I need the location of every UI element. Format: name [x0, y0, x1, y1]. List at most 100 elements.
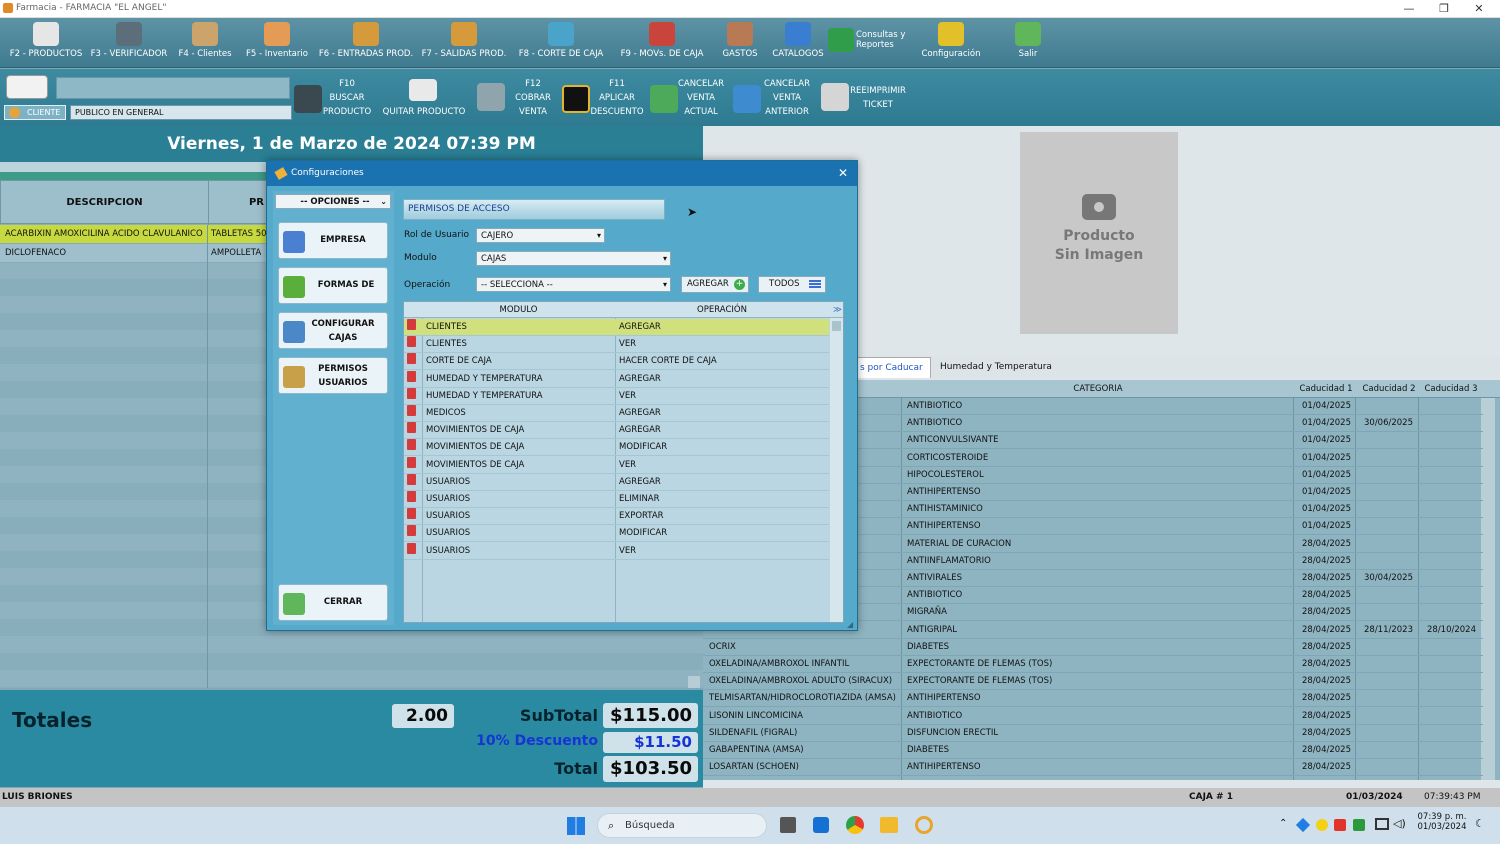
- menu-cash-moves[interactable]: F9 - MOVs. DE CAJA: [612, 20, 712, 66]
- col-presentacion[interactable]: PR: [209, 181, 267, 225]
- tray-chevron-icon[interactable]: ⌃: [1279, 818, 1287, 829]
- menu-scanner[interactable]: F3 - VERIFICADOR: [86, 20, 172, 66]
- tray-app-icon[interactable]: [1295, 817, 1311, 833]
- permission-row[interactable]: USUARIOS AGREGAR: [404, 473, 829, 491]
- permission-row[interactable]: MEDICOS AGREGAR: [404, 405, 829, 422]
- cancel-previous-sale-button[interactable]: CANCELAR VENTA ANTERIOR: [758, 77, 816, 119]
- operacion-select[interactable]: -- SELECCIONA -- ▾: [476, 277, 671, 292]
- taskbar-search[interactable]: ⌕ Búsqueda: [597, 813, 767, 838]
- trash-icon[interactable]: [407, 542, 416, 554]
- tray-app-icon[interactable]: [1353, 819, 1365, 831]
- col-modulo[interactable]: MODULO: [422, 302, 615, 318]
- menu-reports[interactable]: Consultas y Reportes: [828, 20, 912, 66]
- permisos-usuarios-button[interactable]: PERMISOS USUARIOS: [278, 357, 388, 394]
- tray-app-icon[interactable]: [1316, 819, 1328, 831]
- trash-icon[interactable]: [407, 456, 416, 468]
- notifications-icon[interactable]: ☾: [1475, 817, 1485, 830]
- network-icon[interactable]: [1375, 818, 1389, 830]
- menu-inventory[interactable]: F5 - Inventario: [240, 20, 314, 66]
- charge-sale-button[interactable]: F12 COBRAR VENTA: [508, 77, 558, 119]
- expiry-row[interactable]: LISONIN LINCOMICINA ANTIBIOTICO 28/04/2025: [703, 708, 1483, 725]
- permission-row[interactable]: CLIENTES AGREGAR: [404, 319, 829, 336]
- permission-row[interactable]: USUARIOS VER: [404, 542, 829, 560]
- trash-icon[interactable]: [407, 353, 416, 365]
- permission-row[interactable]: HUMEDAD Y TEMPERATURA VER: [404, 387, 829, 405]
- dialog-close-icon[interactable]: ✕: [838, 161, 848, 186]
- app-icon[interactable]: [915, 816, 933, 834]
- trello-icon[interactable]: [813, 817, 829, 833]
- permission-row[interactable]: MOVIMIENTOS DE CAJA AGREGAR: [404, 422, 829, 440]
- chrome-icon[interactable]: [846, 816, 864, 834]
- menu-exit[interactable]: Salir: [1010, 20, 1046, 66]
- trash-icon[interactable]: [407, 405, 416, 416]
- trash-icon[interactable]: [407, 387, 416, 399]
- cancel-current-sale-button[interactable]: CANCELAR VENTA ACTUAL: [674, 77, 728, 119]
- minimize-button[interactable]: —: [1394, 2, 1424, 15]
- expiry-scrollbar[interactable]: [1481, 398, 1495, 780]
- scrollbar-corner[interactable]: [688, 676, 700, 688]
- menu-expenses[interactable]: GASTOS: [718, 20, 762, 66]
- rol-select[interactable]: CAJERO ▾: [476, 228, 605, 243]
- trash-icon[interactable]: [407, 525, 416, 537]
- expiry-row[interactable]: GABAPENTINA (AMSA) DIABETES 28/04/2025: [703, 742, 1483, 759]
- configurar-cajas-button[interactable]: CONFIGURAR CAJAS: [278, 312, 388, 349]
- remove-product-button[interactable]: QUITAR PRODUCTO: [380, 105, 468, 119]
- permission-row[interactable]: CLIENTES VER: [404, 336, 829, 354]
- expiry-row[interactable]: TELMISARTAN/HIDROCLOROTIAZIDA (AMSA) ANTI…: [703, 690, 1483, 708]
- permission-row[interactable]: MOVIMIENTOS DE CAJA MODIFICAR: [404, 439, 829, 457]
- menu-users[interactable]: F4 - Clientes: [172, 20, 238, 66]
- expiry-row[interactable]: OCRIX DIABETES 28/04/2025: [703, 639, 1483, 656]
- task-view-icon[interactable]: [780, 817, 796, 833]
- col-operacion[interactable]: OPERACIÓN: [615, 302, 829, 318]
- scroll-thumb[interactable]: [832, 321, 841, 331]
- trash-icon[interactable]: [407, 319, 416, 330]
- menu-barcode[interactable]: F2 - PRODUCTOS: [6, 20, 86, 66]
- formas-pago-button[interactable]: FORMAS DE PAGO: [278, 267, 388, 325]
- col-categoria[interactable]: CATEGORIA: [903, 380, 1293, 398]
- menu-catalogs[interactable]: CATALOGOS: [768, 20, 828, 66]
- cerrar-button[interactable]: CERRAR: [278, 584, 388, 621]
- permissions-scrollbar[interactable]: [830, 318, 843, 622]
- menu-box-out[interactable]: F7 - SALIDAS PROD.: [418, 20, 510, 66]
- options-select[interactable]: -- OPCIONES -- ⌄: [275, 194, 391, 209]
- trash-icon[interactable]: [407, 508, 416, 520]
- reprint-ticket-button[interactable]: REEIMPRIMIR TICKET: [846, 84, 910, 112]
- menu-gear[interactable]: Configuración: [916, 20, 986, 66]
- permission-row[interactable]: CORTE DE CAJA HACER CORTE DE CAJA: [404, 353, 829, 371]
- expiry-row[interactable]: SILDENAFIL (FIGRAL) DISFUNCION ERECTIL 28/…: [703, 725, 1483, 742]
- barcode-icon[interactable]: [6, 75, 48, 99]
- barcode-input[interactable]: [56, 77, 290, 99]
- modulo-select[interactable]: CAJAS ▾: [476, 251, 671, 266]
- col-descripcion[interactable]: DESCRIPCION: [1, 181, 209, 225]
- col-caducidad-3[interactable]: Caducidad 3: [1421, 380, 1481, 398]
- expiry-row[interactable]: LOSARTAN (SCHOEN) ANTIHIPERTENSO 28/04/202…: [703, 759, 1483, 777]
- taskbar-clock[interactable]: 07:39 p. m. 01/03/2024: [1414, 812, 1470, 832]
- client-field[interactable]: PUBLICO EN GENERAL: [70, 105, 292, 120]
- permission-row[interactable]: USUARIOS MODIFICAR: [404, 525, 829, 543]
- empresa-button[interactable]: EMPRESA: [278, 222, 388, 259]
- expiry-row[interactable]: OXELADINA/AMBROXOL INFANTIL EXPECTORANTE …: [703, 656, 1483, 673]
- tray-app-icon[interactable]: [1334, 819, 1346, 831]
- menu-box-in[interactable]: F6 - ENTRADAS PROD.: [315, 20, 417, 66]
- col-caducidad-1[interactable]: Caducidad 1: [1297, 380, 1355, 398]
- client-button[interactable]: CLIENTE: [4, 105, 66, 120]
- file-explorer-icon[interactable]: [880, 817, 898, 833]
- permission-row[interactable]: USUARIOS EXPORTAR: [404, 508, 829, 526]
- permission-row[interactable]: MOVIMIENTOS DE CAJA VER: [404, 456, 829, 474]
- trash-icon[interactable]: [407, 370, 416, 382]
- volume-icon[interactable]: ◁): [1393, 817, 1406, 830]
- permission-row[interactable]: USUARIOS ELIMINAR: [404, 491, 829, 508]
- maximize-button[interactable]: ❐: [1429, 2, 1459, 15]
- permission-row[interactable]: HUMEDAD Y TEMPERATURA AGREGAR: [404, 370, 829, 388]
- trash-icon[interactable]: [407, 439, 416, 451]
- close-window-button[interactable]: ✕: [1464, 2, 1494, 15]
- agregar-button[interactable]: AGREGAR +: [681, 276, 749, 293]
- trash-icon[interactable]: [407, 473, 416, 485]
- trash-icon[interactable]: [407, 336, 416, 348]
- expiry-row[interactable]: OXELADINA/AMBROXOL ADULTO (SIRACUX) EXPEC…: [703, 673, 1483, 691]
- todos-button[interactable]: TODOS: [758, 276, 826, 293]
- menu-cash-register[interactable]: F8 - CORTE DE CAJA: [514, 20, 608, 66]
- trash-icon[interactable]: [407, 422, 416, 434]
- search-product-button[interactable]: F10 BUSCAR PRODUCTO: [320, 77, 374, 119]
- tab-expiring[interactable]: s por Caducar: [855, 357, 931, 378]
